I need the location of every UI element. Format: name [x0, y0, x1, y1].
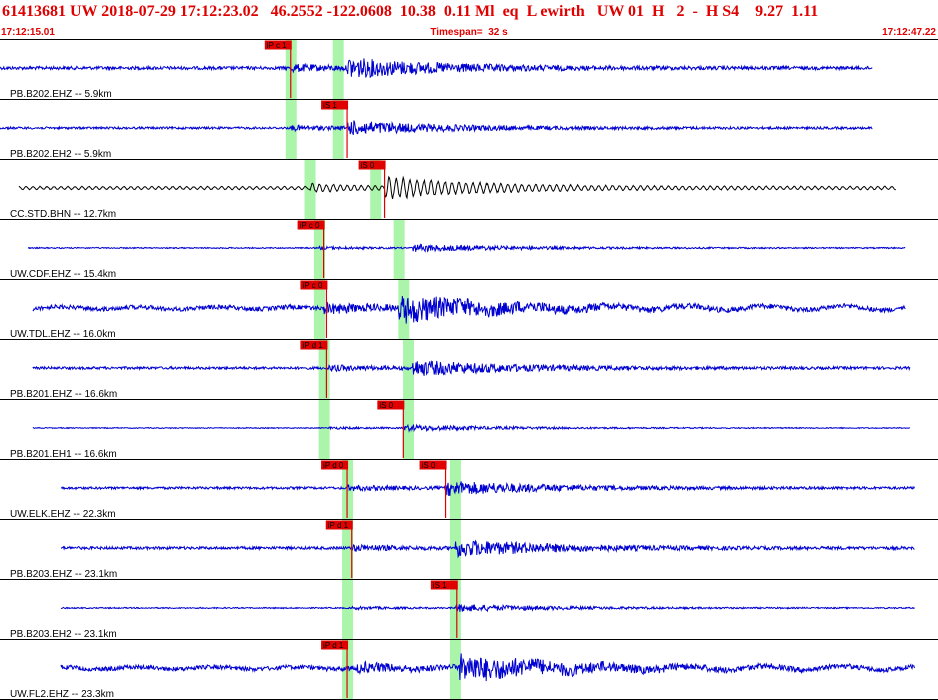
- station-panel[interactable]: iP d 1 PB.B201.EHZ -- 16.6km: [0, 340, 938, 400]
- seismogram-trace: [32, 423, 911, 433]
- seismogram-trace: [32, 295, 906, 324]
- pick-flag-label: iP d 1: [328, 521, 349, 530]
- pick-flag-label: iP d 0: [323, 461, 344, 470]
- station-label: PB.B203.EH2 -- 23.1km: [10, 629, 117, 640]
- station-label: PB.B203.EHZ -- 23.1km: [10, 569, 117, 580]
- seismogram-trace: [60, 653, 915, 682]
- seismogram-trace: [27, 243, 906, 253]
- station-label: UW.TDL.EHZ -- 16.0km: [10, 329, 116, 340]
- station-label: PB.B201.EH1 -- 16.6km: [10, 449, 117, 460]
- pick-flag-label: iS 1: [323, 101, 337, 110]
- station-label: PB.B202.EHZ -- 5.9km: [10, 89, 112, 100]
- station-label: PB.B201.EHZ -- 16.6km: [10, 389, 117, 400]
- seismogram-trace: [32, 360, 911, 376]
- station-panel[interactable]: iS 1 PB.B202.EH2 -- 5.9km: [0, 100, 938, 160]
- station-label: PB.B202.EH2 -- 5.9km: [10, 149, 111, 160]
- timespan-label: Timespan= 32 s: [430, 27, 508, 38]
- station-label: UW.ELK.EHZ -- 22.3km: [10, 509, 116, 520]
- station-label: UW.CDF.EHZ -- 15.4km: [10, 269, 116, 280]
- seismogram-trace: [60, 481, 915, 496]
- seismogram-trace: [61, 539, 915, 559]
- pick-flag-label: iP c 1: [267, 41, 287, 50]
- pick-flag-label: iS 0: [361, 161, 375, 170]
- station-label: UW.FL2.EHZ -- 23.3km: [10, 689, 114, 700]
- pick-flag-label: iP c 0: [302, 281, 322, 290]
- pick-flag-label: iP d 1: [302, 341, 323, 350]
- seismogram-trace: [0, 58, 873, 79]
- pick-window: [318, 400, 330, 460]
- pick-flag-label: iS 0: [422, 461, 436, 470]
- pick-flag-label: iP c 0: [300, 221, 320, 230]
- station-panel[interactable]: iP c 1 PB.B202.EHZ -- 5.9km: [0, 40, 938, 100]
- seismogram-trace: [60, 603, 915, 613]
- pick-window: [342, 580, 354, 640]
- pick-flag-label: iS 1: [433, 581, 447, 590]
- pick-flag-label: iP d 1: [323, 641, 344, 650]
- station-label: CC.STD.BHN -- 12.7km: [10, 209, 116, 220]
- station-panel[interactable]: iS 0 CC.STD.BHN -- 12.7km: [0, 160, 938, 220]
- event-summary-line: 61413681 UW 2018-07-29 17:12:23.02 46.25…: [2, 3, 819, 20]
- station-panel[interactable]: iP c 0 UW.CDF.EHZ -- 15.4km: [0, 220, 938, 280]
- station-panel[interactable]: iP d 0 iS 0 UW.ELK.EHZ -- 22.3km: [0, 460, 938, 520]
- pick-window: [393, 220, 405, 280]
- waveform-panels[interactable]: iP c 1 PB.B202.EHZ -- 5.9km iS 1 PB.B202.EH…: [0, 40, 938, 700]
- station-panel[interactable]: iS 1 PB.B203.EH2 -- 23.1km: [0, 580, 938, 640]
- pick-flag-label: iS 0: [379, 401, 393, 410]
- station-panel[interactable]: iS 0 PB.B201.EH1 -- 16.6km: [0, 400, 938, 460]
- seismogram-trace: [0, 120, 873, 136]
- seismogram-trace: [18, 175, 896, 200]
- station-panel[interactable]: iP c 0 UW.TDL.EHZ -- 16.0km: [0, 280, 938, 340]
- station-panel[interactable]: iP d 1 UW.FL2.EHZ -- 23.3km: [0, 640, 938, 700]
- end-time-label: 17:12:47.22: [882, 27, 936, 38]
- station-panel[interactable]: iP d 1 PB.B203.EHZ -- 23.1km: [0, 520, 938, 580]
